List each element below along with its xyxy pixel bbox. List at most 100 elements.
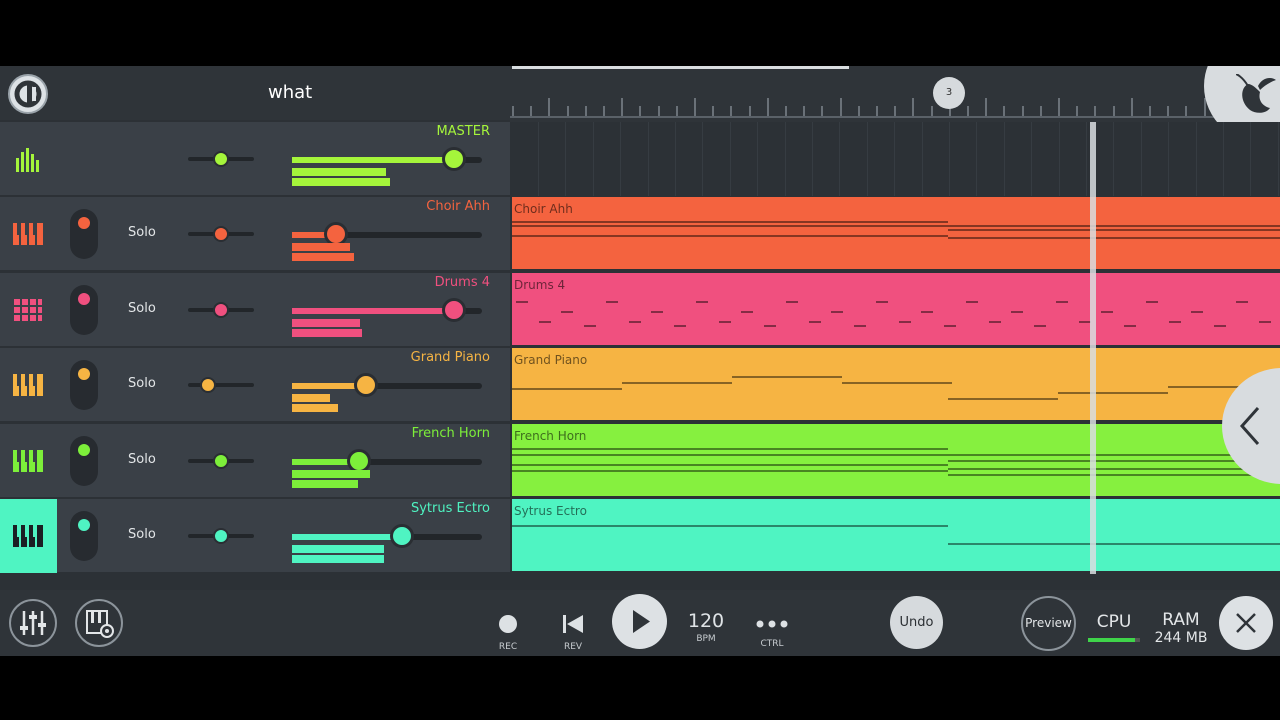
pan-knob[interactable] <box>213 226 229 242</box>
mixer-button[interactable] <box>9 599 57 647</box>
note <box>948 398 1058 400</box>
level-meter-left <box>292 469 370 478</box>
pattern-clip[interactable]: Drums 4 <box>512 272 1280 345</box>
ruler-tick <box>894 106 897 116</box>
bar-marker[interactable]: 3 <box>933 77 965 109</box>
level-meter-left <box>292 545 384 553</box>
pan-slider[interactable] <box>188 452 254 469</box>
channel-row[interactable]: Solo Drums 4 <box>0 272 510 347</box>
pattern-clip[interactable]: Sytrus Ectro <box>512 499 1280 571</box>
note <box>831 310 843 313</box>
ruler-tick <box>694 98 696 116</box>
mute-toggle[interactable] <box>70 511 98 561</box>
note <box>512 235 948 237</box>
piano-roll-icon[interactable] <box>0 197 57 271</box>
mute-toggle[interactable] <box>70 284 98 335</box>
project-title[interactable]: what <box>268 82 312 103</box>
level-meter-left <box>292 394 330 402</box>
channel-row[interactable]: Solo French Horn <box>0 423 510 498</box>
volume-slider[interactable] <box>292 373 482 397</box>
ctrl-button[interactable]: CTRL <box>752 616 792 649</box>
mute-toggle[interactable] <box>70 360 98 410</box>
note <box>966 300 978 303</box>
pan-knob[interactable] <box>213 452 229 469</box>
ruler-tick <box>967 106 969 116</box>
mute-indicator <box>78 443 90 456</box>
grid-line <box>921 122 923 196</box>
volume-knob[interactable] <box>390 524 415 548</box>
ruler-tick <box>621 98 624 116</box>
play-button[interactable] <box>612 594 667 649</box>
volume-slider[interactable] <box>292 448 482 473</box>
piano-roll-icon[interactable] <box>0 424 57 498</box>
cpu-meter <box>1088 638 1140 642</box>
note <box>673 324 686 327</box>
note <box>732 376 842 378</box>
note <box>516 300 528 303</box>
volume-knob[interactable] <box>441 297 466 322</box>
pan-slider[interactable] <box>188 377 254 393</box>
pattern-clip[interactable]: French Horn <box>512 423 1280 496</box>
piano-roll-icon[interactable] <box>0 499 57 573</box>
mute-toggle[interactable] <box>70 209 98 259</box>
ruler-tick <box>857 106 860 116</box>
volume-slider[interactable] <box>292 297 482 322</box>
close-button[interactable] <box>1219 596 1273 650</box>
solo-button[interactable]: Solo <box>128 225 156 240</box>
note <box>561 310 573 313</box>
rev-button[interactable]: REV <box>557 614 589 652</box>
note <box>1056 300 1068 303</box>
fl-logo-icon[interactable] <box>8 74 48 114</box>
channel-row[interactable]: Solo Grand Piano <box>0 348 510 422</box>
timeline-ruler[interactable]: 3 <box>510 66 1280 122</box>
ruler-tick <box>1167 106 1170 116</box>
volume-knob[interactable] <box>441 147 466 171</box>
note <box>1058 392 1168 394</box>
channel-row[interactable]: Solo Sytrus Ectro <box>0 499 510 573</box>
level-meter-right <box>292 555 384 563</box>
mixer-sliders-icon <box>20 611 46 635</box>
note <box>763 324 776 327</box>
pattern-clip[interactable]: Grand Piano <box>512 348 1280 420</box>
ruler-tick <box>512 106 514 116</box>
pattern-clip[interactable]: Choir Ahh <box>512 197 1280 269</box>
master-pan-slider[interactable] <box>188 151 254 167</box>
channel-settings-button[interactable] <box>75 599 123 647</box>
pan-knob[interactable] <box>199 377 216 393</box>
pan-slider[interactable] <box>188 528 254 544</box>
note <box>842 382 952 384</box>
playhead[interactable] <box>1090 122 1096 574</box>
solo-button[interactable]: Solo <box>128 452 156 467</box>
volume-knob[interactable] <box>354 373 379 397</box>
ruler-tick <box>912 98 915 116</box>
drum-pads-icon[interactable] <box>0 273 57 347</box>
pan-knob[interactable] <box>213 528 229 544</box>
level-meter-right <box>292 328 362 337</box>
ruler-tick <box>1076 106 1079 116</box>
undo-button[interactable]: Undo <box>890 596 943 649</box>
ruler-tick <box>1094 106 1097 116</box>
ruler-tick <box>803 106 806 116</box>
tempo-display[interactable]: 120 BPM <box>682 610 730 644</box>
volume-slider[interactable] <box>292 524 482 548</box>
playlist[interactable]: Choir Ahh Drums 4 Grand Piano French Horn Sy… <box>510 122 1280 574</box>
pan-knob[interactable] <box>213 301 229 318</box>
song-position-bar[interactable] <box>512 66 849 69</box>
channel-row[interactable]: Solo Choir Ahh <box>0 197 510 271</box>
master-volume-slider[interactable] <box>292 147 482 171</box>
pan-knob[interactable] <box>213 151 229 167</box>
ruler-tick <box>1130 98 1133 116</box>
solo-button[interactable]: Solo <box>128 376 156 391</box>
preview-button[interactable]: Preview <box>1021 596 1076 651</box>
volume-slider[interactable] <box>292 222 482 246</box>
pan-slider[interactable] <box>188 301 254 318</box>
piano-roll-icon[interactable] <box>0 348 57 422</box>
rec-button[interactable]: REC <box>492 614 524 652</box>
pan-slider[interactable] <box>188 226 254 242</box>
mute-toggle[interactable] <box>70 435 98 486</box>
solo-button[interactable]: Solo <box>128 301 156 316</box>
note <box>538 320 551 323</box>
mixer-icon[interactable] <box>0 122 57 196</box>
fl-studio-mobile-window: what 3 MASTER Solo Choir Ahh Solo Drums … <box>0 66 1280 656</box>
solo-button[interactable]: Solo <box>128 527 156 542</box>
